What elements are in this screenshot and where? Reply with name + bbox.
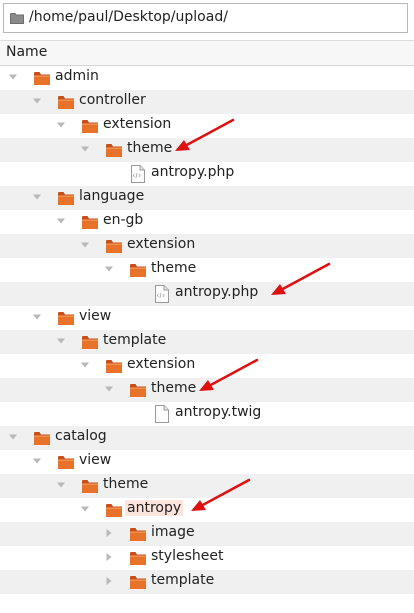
folder-icon [81, 118, 99, 138]
tree-item-label: theme [151, 260, 197, 276]
tree-item-label: catalog [55, 428, 107, 444]
folder-row-catalog[interactable]: catalog [0, 426, 414, 450]
folder-row-en-gb[interactable]: en-gb [0, 210, 414, 234]
triangle-right-icon[interactable] [102, 574, 116, 588]
triangle-down-icon[interactable] [6, 70, 20, 84]
tree-item-label: extension [127, 236, 196, 252]
triangle-down-icon[interactable] [30, 94, 44, 108]
tree-item-label: template [151, 572, 215, 588]
folder-row-view[interactable]: view [0, 450, 414, 474]
folder-icon [105, 238, 123, 258]
triangle-down-icon[interactable] [54, 334, 68, 348]
tree-item-label: view [79, 308, 112, 324]
folder-icon [33, 430, 51, 450]
triangle-down-icon[interactable] [30, 454, 44, 468]
folder-icon [129, 382, 147, 402]
tree-item-label: admin [55, 68, 99, 84]
red-arrow-annotation [191, 478, 251, 511]
tree-item-label: antropy.php [175, 284, 259, 300]
folder-row-stylesheet[interactable]: stylesheet [0, 546, 414, 570]
folder-icon [129, 574, 147, 594]
folder-icon [33, 70, 51, 90]
folder-icon [129, 526, 147, 546]
column-header-label: Name [6, 44, 48, 60]
folder-row-template[interactable]: template [0, 570, 414, 594]
folder-icon [105, 142, 123, 162]
tree-item-label: view [79, 452, 112, 468]
folder-icon [57, 190, 75, 210]
tree-item-label: language [79, 188, 145, 204]
triangle-right-icon[interactable] [102, 526, 116, 540]
php-file-icon [131, 165, 145, 187]
triangle-down-icon[interactable] [6, 430, 20, 444]
triangle-down-icon[interactable] [78, 358, 92, 372]
folder-row-view[interactable]: view [0, 306, 414, 330]
location-path: /home/paul/Desktop/upload/ [29, 9, 228, 25]
folder-icon [57, 310, 75, 330]
tree-item-label: controller [79, 92, 146, 108]
folder-row-controller[interactable]: controller [0, 90, 414, 114]
folder-icon [105, 358, 123, 378]
triangle-down-icon[interactable] [54, 478, 68, 492]
folder-row-extension[interactable]: extension [0, 234, 414, 258]
triangle-down-icon[interactable] [78, 238, 92, 252]
php-file-icon [155, 285, 169, 307]
tree-item-label: template [103, 332, 167, 348]
triangle-down-icon[interactable] [54, 214, 68, 228]
tree-item-label: theme [103, 476, 149, 492]
triangle-right-icon[interactable] [102, 550, 116, 564]
tree-item-label: antropy [125, 500, 184, 516]
folder-icon [129, 550, 147, 570]
triangle-down-icon[interactable] [30, 310, 44, 324]
folder-icon [57, 94, 75, 114]
file-row-antropy-twig[interactable]: antropy.twig [0, 402, 414, 426]
triangle-down-icon[interactable] [54, 118, 68, 132]
triangle-down-icon[interactable] [78, 142, 92, 156]
folder-icon [10, 12, 24, 28]
triangle-down-icon[interactable] [30, 190, 44, 204]
tree-item-label: stylesheet [151, 548, 224, 564]
tree-item-label: theme [151, 380, 197, 396]
red-arrow-annotation [199, 358, 259, 391]
tree-item-label: antropy.php [151, 164, 235, 180]
tree-item-label: extension [103, 116, 172, 132]
folder-row-image[interactable]: image [0, 522, 414, 546]
tree-item-label: theme [127, 140, 173, 156]
red-arrow-annotation [175, 118, 235, 151]
folder-icon [57, 454, 75, 474]
folder-row-language[interactable]: language [0, 186, 414, 210]
triangle-down-icon[interactable] [78, 502, 92, 516]
folder-row-admin[interactable]: admin [0, 66, 414, 90]
text-file-icon [155, 405, 169, 427]
folder-icon [81, 214, 99, 234]
folder-icon [81, 334, 99, 354]
tree-item-label: en-gb [103, 212, 144, 228]
tree-item-label: extension [127, 356, 196, 372]
red-arrow-annotation [271, 262, 331, 295]
tree-item-label: image [151, 524, 195, 540]
location-bar[interactable]: /home/paul/Desktop/upload/ [3, 3, 408, 33]
file-row-antropy-php[interactable]: antropy.php [0, 162, 414, 186]
folder-icon [105, 502, 123, 522]
column-header-name[interactable]: Name [0, 40, 414, 66]
folder-row-template[interactable]: template [0, 330, 414, 354]
tree-item-label: antropy.twig [175, 404, 262, 420]
folder-icon [81, 478, 99, 498]
triangle-down-icon[interactable] [102, 382, 116, 396]
triangle-down-icon[interactable] [102, 262, 116, 276]
folder-icon [129, 262, 147, 282]
